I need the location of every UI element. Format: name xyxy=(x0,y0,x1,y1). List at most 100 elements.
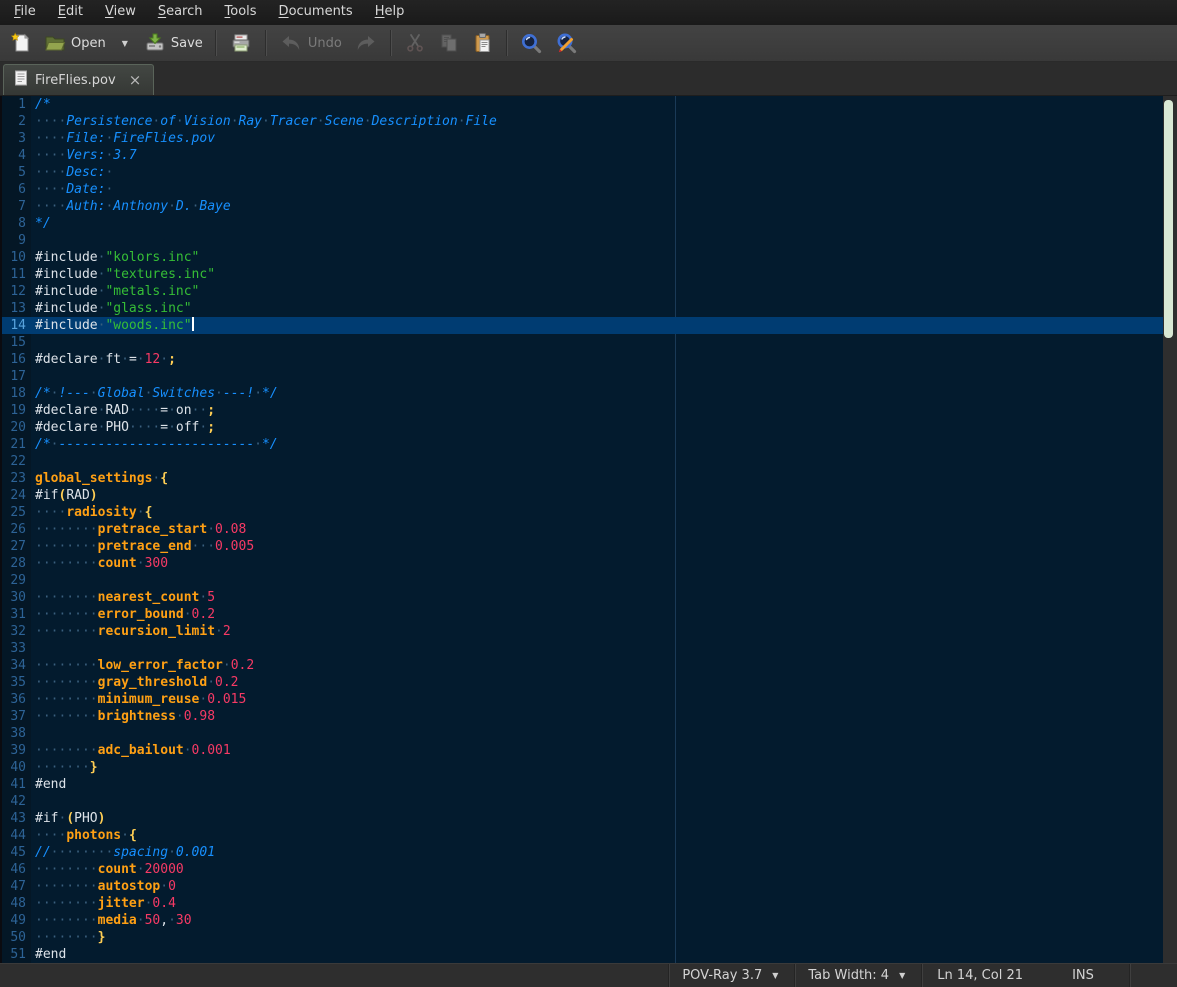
tab-title: FireFlies.pov xyxy=(35,73,116,88)
line-number: 26 xyxy=(2,521,31,538)
paste-button[interactable] xyxy=(466,29,500,57)
copy-icon xyxy=(438,32,460,54)
code-line: ········pretrace_start·0.08 xyxy=(31,521,1163,538)
line-number: 30 xyxy=(2,589,31,606)
line-number: 29 xyxy=(2,572,31,589)
undo-icon xyxy=(279,32,303,54)
line-number: 31 xyxy=(2,606,31,623)
line-number: 37 xyxy=(2,708,31,725)
line-number: 41 xyxy=(2,776,31,793)
code-line: //········spacing·0.001 xyxy=(31,844,1163,861)
menu-help[interactable]: Help xyxy=(364,0,416,25)
chevron-down-icon: ▼ xyxy=(895,971,909,980)
language-selector[interactable]: POV-Ray 3.7 ▼ xyxy=(670,964,794,987)
line-number: 15 xyxy=(2,334,31,351)
line-number: 21 xyxy=(2,436,31,453)
line-number: 39 xyxy=(2,742,31,759)
line-number: 2 xyxy=(2,113,31,130)
code-line: #include·"metals.inc" xyxy=(31,283,1163,300)
code-line: ········recursion_limit·2 xyxy=(31,623,1163,640)
line-number: 11 xyxy=(2,266,31,283)
line-number: 4 xyxy=(2,147,31,164)
menu-documents[interactable]: Documents xyxy=(268,0,364,25)
line-number-gutter: 1234567891011121314151617181920212223242… xyxy=(0,96,31,963)
undo-button[interactable]: Undo xyxy=(273,29,348,57)
cut-icon xyxy=(404,32,426,54)
code-line xyxy=(31,368,1163,385)
menu-edit[interactable]: Edit xyxy=(47,0,94,25)
open-button-label: Open xyxy=(71,36,106,51)
close-icon[interactable]: × xyxy=(127,73,144,87)
code-lines[interactable]: /*····Persistence·of·Vision·Ray·Tracer·S… xyxy=(31,96,1163,963)
print-button[interactable] xyxy=(223,29,259,57)
tab-width-selector[interactable]: Tab Width: 4 ▼ xyxy=(796,964,921,987)
code-line: ········low_error_factor·0.2 xyxy=(31,657,1163,674)
line-number: 16 xyxy=(2,351,31,368)
code-line xyxy=(31,725,1163,742)
line-number: 38 xyxy=(2,725,31,742)
menu-view[interactable]: View xyxy=(94,0,147,25)
new-document-button[interactable] xyxy=(4,29,38,57)
code-line: ········nearest_count·5 xyxy=(31,589,1163,606)
code-line: ········media·50,·30 xyxy=(31,912,1163,929)
code-line xyxy=(31,793,1163,810)
overwrite-mode: INS xyxy=(1037,968,1129,983)
code-line: ········autostop·0 xyxy=(31,878,1163,895)
text-cursor xyxy=(192,317,194,331)
editor-window: FileEditViewSearchToolsDocumentsHelp Ope… xyxy=(0,0,1177,987)
search-icon xyxy=(520,32,543,55)
code-line: ········adc_bailout·0.001 xyxy=(31,742,1163,759)
menubar: FileEditViewSearchToolsDocumentsHelp xyxy=(0,0,1177,25)
save-button[interactable]: Save xyxy=(138,29,209,57)
save-button-label: Save xyxy=(171,36,203,51)
language-label: POV-Ray 3.7 xyxy=(682,968,762,983)
scrollbar-track[interactable] xyxy=(1163,96,1177,963)
line-number: 24 xyxy=(2,487,31,504)
menu-tools[interactable]: Tools xyxy=(214,0,268,25)
code-line xyxy=(31,453,1163,470)
code-line: ····Auth:·Anthony·D.·Baye xyxy=(31,198,1163,215)
cut-button[interactable] xyxy=(398,29,432,57)
tabbar: FireFlies.pov × xyxy=(0,62,1177,96)
scrollbar-thumb[interactable] xyxy=(1164,100,1173,338)
find-replace-button[interactable] xyxy=(549,29,584,58)
open-dropdown-button[interactable]: ▼ xyxy=(112,36,138,51)
code-line: */ xyxy=(31,215,1163,232)
redo-button[interactable] xyxy=(348,29,384,57)
line-number: 44 xyxy=(2,827,31,844)
code-line: ········count·300 xyxy=(31,555,1163,572)
code-line: ········jitter·0.4 xyxy=(31,895,1163,912)
paste-icon xyxy=(472,32,494,54)
line-number: 6 xyxy=(2,181,31,198)
menu-search[interactable]: Search xyxy=(147,0,214,25)
copy-button[interactable] xyxy=(432,29,466,57)
line-number: 23 xyxy=(2,470,31,487)
line-number: 46 xyxy=(2,861,31,878)
line-number: 28 xyxy=(2,555,31,572)
code-line: #if(RAD) xyxy=(31,487,1163,504)
chevron-down-icon: ▼ xyxy=(768,971,782,980)
menu-file[interactable]: File xyxy=(3,0,47,25)
code-line: ········error_bound·0.2 xyxy=(31,606,1163,623)
line-number: 9 xyxy=(2,232,31,249)
line-number: 14 xyxy=(2,317,31,334)
open-button[interactable]: Open xyxy=(38,29,112,57)
line-number: 20 xyxy=(2,419,31,436)
toolbar-separator xyxy=(390,30,392,56)
line-number: 51 xyxy=(2,946,31,963)
search-replace-icon xyxy=(555,32,578,55)
line-number: 18 xyxy=(2,385,31,402)
code-line: /*·-------------------------·*/ xyxy=(31,436,1163,453)
code-line: #declare·PHO····=·off·; xyxy=(31,419,1163,436)
code-line: /*·!---·Global·Switches·---!·*/ xyxy=(31,385,1163,402)
code-line: #if·(PHO) xyxy=(31,810,1163,827)
line-number: 43 xyxy=(2,810,31,827)
tab-fireflies[interactable]: FireFlies.pov × xyxy=(3,64,154,95)
code-line xyxy=(31,334,1163,351)
line-number: 34 xyxy=(2,657,31,674)
code-line xyxy=(31,232,1163,249)
find-button[interactable] xyxy=(514,29,549,58)
text-editor[interactable]: 1234567891011121314151617181920212223242… xyxy=(0,96,1177,963)
statusbar: POV-Ray 3.7 ▼ Tab Width: 4 ▼ Ln 14, Col … xyxy=(0,963,1177,987)
redo-icon xyxy=(354,32,378,54)
